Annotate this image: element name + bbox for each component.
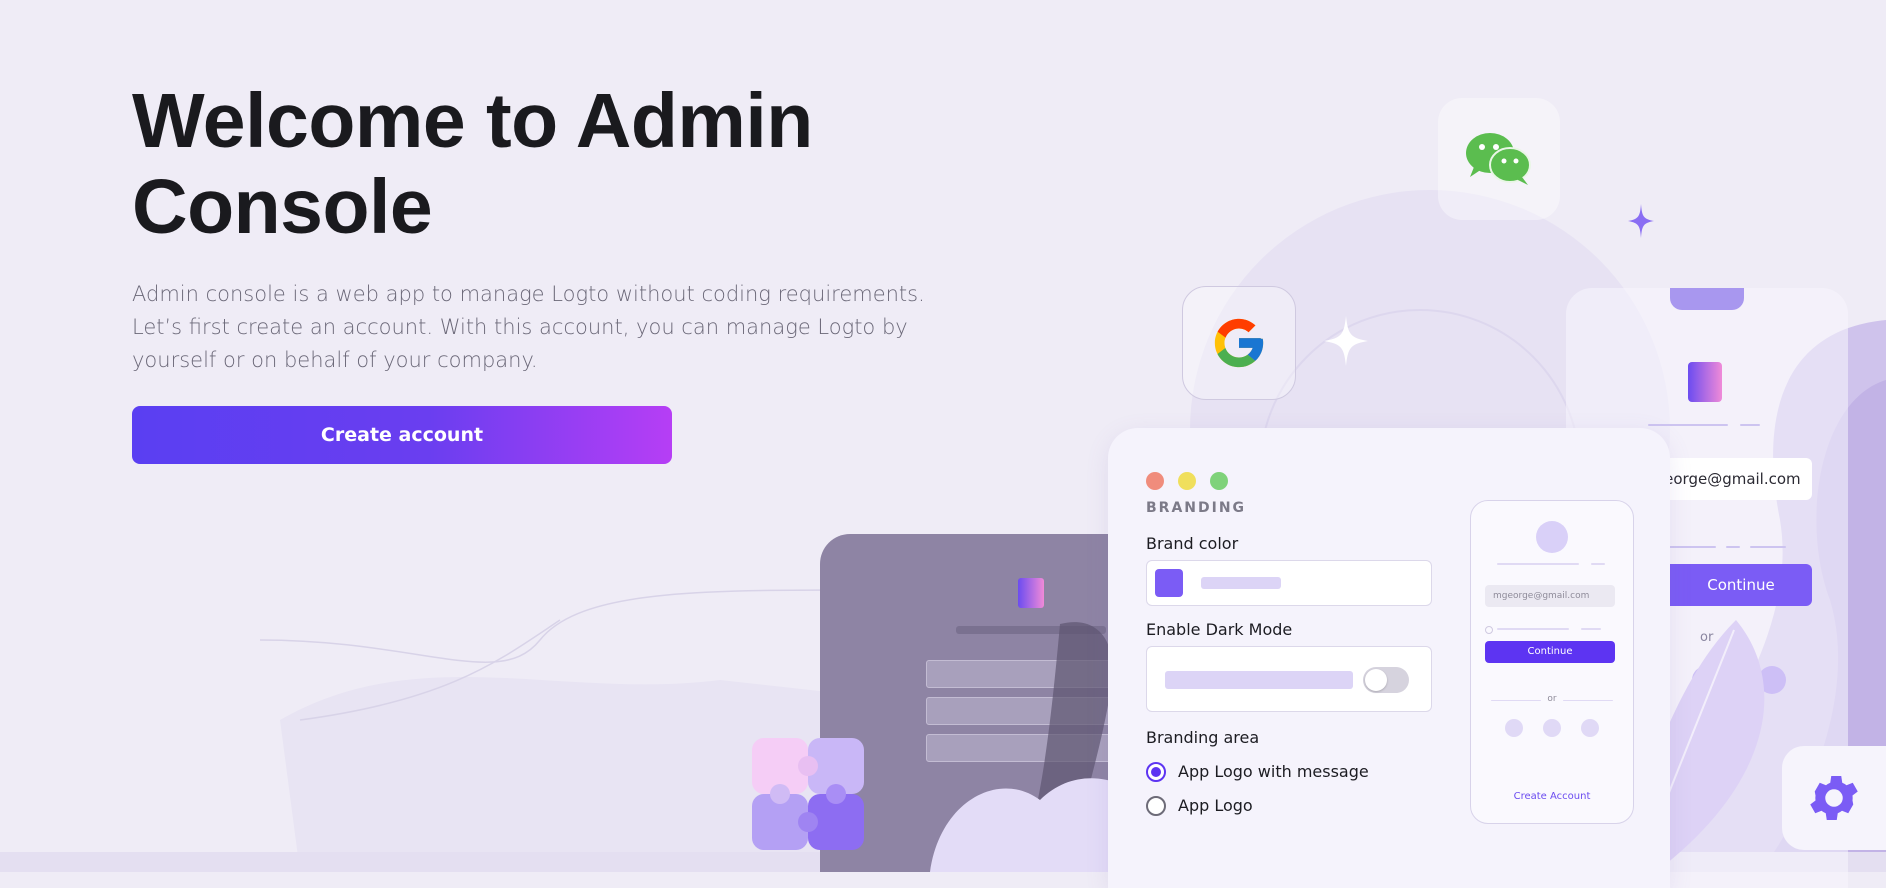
phone-avatar [1536, 521, 1568, 553]
phone-email: mgeorge@gmail.com [1485, 585, 1615, 607]
dark-mode-toggle [1363, 667, 1409, 693]
phone-preview: mgeorge@gmail.com Continue or Create Acc… [1470, 500, 1634, 824]
door-logo-icon [1018, 578, 1044, 608]
branding-caption: BRANDING [1146, 500, 1247, 516]
background-phone-continue: Continue [1660, 564, 1812, 606]
hero-illustration: mgeorge@gmail.com Continue or BRANDING B… [0, 0, 1886, 888]
option-app-logo-with-message: App Logo with message [1178, 762, 1369, 781]
gear-icon-card [1782, 746, 1886, 850]
door-logo-icon [1688, 362, 1722, 402]
wechat-icon-card [1438, 98, 1560, 220]
sparkle-icon [1324, 316, 1368, 366]
puzzle-icon [752, 738, 864, 850]
window-minimize-dot [1178, 472, 1196, 490]
option-app-logo: App Logo [1178, 796, 1253, 815]
sparkle-icon [1628, 204, 1654, 238]
dark-mode-field [1146, 646, 1432, 712]
radio-app-logo [1146, 796, 1166, 816]
brand-color-swatch [1155, 569, 1183, 597]
branding-area-label: Branding area [1146, 728, 1260, 747]
google-icon-card [1182, 286, 1296, 400]
phone-create-account: Create Account [1513, 791, 1591, 802]
phone-or: or [1547, 694, 1557, 704]
phone-continue: Continue [1485, 641, 1615, 663]
google-icon [1214, 318, 1264, 368]
radio-app-logo-with-message [1146, 762, 1166, 782]
window-maximize-dot [1210, 472, 1228, 490]
window-close-dot [1146, 472, 1164, 490]
dark-mode-label: Enable Dark Mode [1146, 620, 1293, 639]
wechat-icon [1466, 133, 1531, 185]
gear-icon [1810, 776, 1858, 820]
brand-color-field [1146, 560, 1432, 606]
brand-color-label: Brand color [1146, 534, 1239, 553]
